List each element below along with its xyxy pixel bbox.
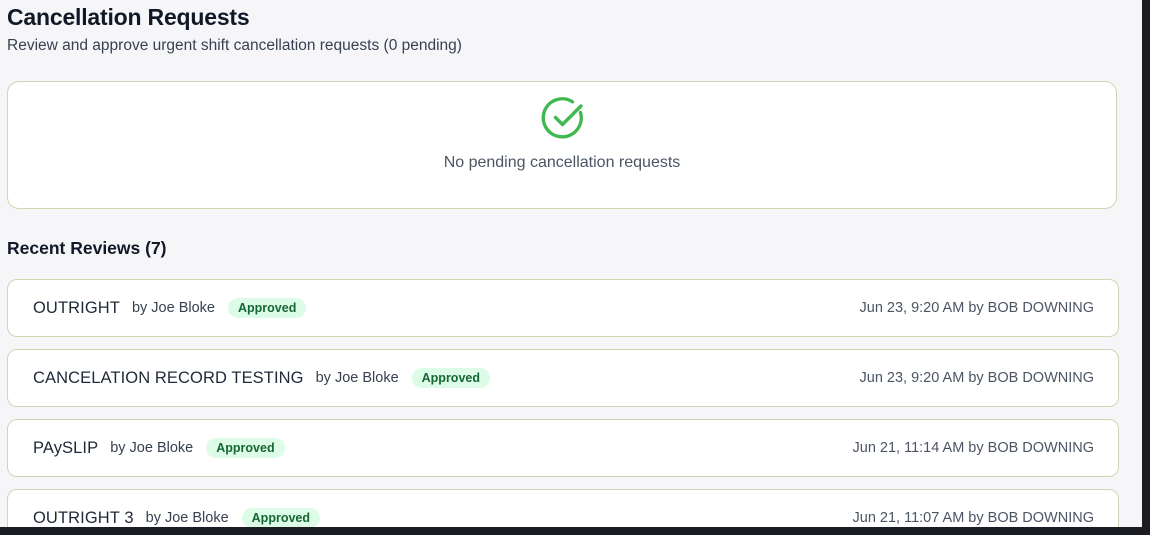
empty-state-message: No pending cancellation requests — [443, 154, 681, 171]
review-row[interactable]: CANCELATION RECORD TESTING by Joe Bloke … — [7, 349, 1119, 407]
review-requester: by Joe Bloke — [315, 370, 399, 386]
status-badge: Approved — [228, 298, 307, 318]
review-timestamp: Jun 23, 9:20 AM by BOB DOWNING — [859, 300, 1095, 316]
review-shift-name: PAySLIP — [33, 438, 99, 457]
review-requester: by Joe Bloke — [131, 300, 215, 316]
status-badge: Approved — [411, 368, 490, 388]
review-shift-name: OUTRIGHT 3 — [33, 508, 134, 527]
pending-requests-card: No pending cancellation requests — [7, 81, 1117, 209]
status-badge: Approved — [241, 508, 320, 527]
review-requester: by Joe Bloke — [145, 510, 229, 526]
review-timestamp: Jun 21, 11:07 AM by BOB DOWNING — [852, 510, 1095, 526]
page-title: Cancellation Requests — [7, 4, 250, 30]
page-subtitle: Review and approve urgent shift cancella… — [7, 37, 462, 54]
status-badge: Approved — [206, 438, 285, 458]
check-circle-icon — [541, 97, 583, 139]
review-timestamp: Jun 21, 11:14 AM by BOB DOWNING — [852, 440, 1095, 456]
main-content: Cancellation Requests Review and approve… — [0, 0, 1142, 527]
recent-reviews-list: OUTRIGHT by Joe Bloke Approved Jun 23, 9… — [7, 279, 1119, 527]
review-shift-name: CANCELATION RECORD TESTING — [33, 368, 304, 387]
review-row[interactable]: OUTRIGHT 3 by Joe Bloke Approved Jun 21,… — [7, 489, 1119, 527]
recent-reviews-heading: Recent Reviews (7) — [7, 238, 167, 258]
review-shift-name: OUTRIGHT — [33, 298, 120, 317]
review-timestamp: Jun 23, 9:20 AM by BOB DOWNING — [859, 370, 1095, 386]
review-requester: by Joe Bloke — [110, 440, 194, 456]
review-row[interactable]: OUTRIGHT by Joe Bloke Approved Jun 23, 9… — [7, 279, 1119, 337]
review-row[interactable]: PAySLIP by Joe Bloke Approved Jun 21, 11… — [7, 419, 1119, 477]
